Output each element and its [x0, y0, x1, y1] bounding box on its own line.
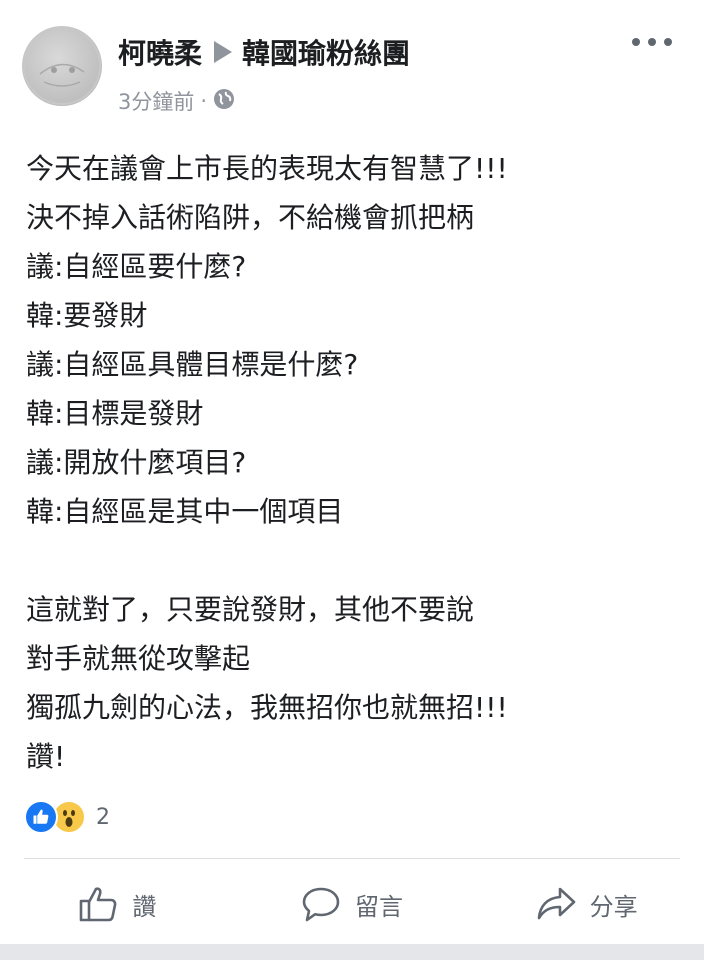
reactions-summary[interactable]: 2 — [24, 800, 110, 834]
share-button-label: 分享 — [589, 892, 638, 921]
post-body: 今天在議會上市長的表現太有智慧了!!! 決不掉入話術陷阱，不給機會抓把柄 議:自… — [26, 144, 686, 781]
post-line: 議:開放什麼項目? — [26, 446, 247, 479]
avatar[interactable] — [22, 26, 102, 106]
action-bar: 讚 留言 分享 — [0, 870, 704, 938]
like-button-label: 讚 — [132, 892, 157, 921]
post-line: 決不掉入話術陷阱，不給機會抓把柄 — [26, 201, 475, 234]
post-line: 讚! — [26, 740, 66, 773]
share-icon — [537, 887, 575, 920]
avatar-sketch-icon — [23, 27, 101, 105]
reaction-count: 2 — [96, 804, 110, 830]
post-line: 議:自經區具體目標是什麼? — [26, 348, 359, 381]
more-dots-icon[interactable] — [632, 34, 672, 50]
post-header-title: 柯曉柔 韓國瑜粉絲團 — [118, 32, 410, 72]
shared-to-arrow-icon — [214, 41, 233, 63]
post-line: 今天在議會上市長的表現太有智慧了!!! — [26, 152, 508, 185]
post-timestamp[interactable]: 3分鐘前 — [118, 86, 194, 116]
author-name-link[interactable]: 柯曉柔 — [118, 32, 202, 72]
post-line: 韓:自經區是其中一個項目 — [26, 495, 344, 528]
comment-icon — [302, 887, 340, 922]
post-line: 議:自經區要什麼? — [26, 250, 247, 283]
post-line: 韓:目標是發財 — [26, 397, 204, 430]
post-card: 柯曉柔 韓國瑜粉絲團 3分鐘前 · 今天在議會上市長的表現太有智慧了!!! 決不… — [0, 0, 704, 944]
globe-icon[interactable] — [213, 88, 235, 115]
card-bottom-edge — [0, 944, 704, 960]
like-reaction-icon — [24, 800, 58, 834]
comment-button-label: 留言 — [355, 892, 403, 921]
like-button[interactable]: 讚 — [0, 870, 235, 938]
post-line: 獨孤九劍的心法，我無招你也就無招!!! — [26, 691, 508, 724]
post-line: 對手就無從攻擊起 — [26, 642, 251, 675]
post-line: 這就對了，只要說發財，其他不要說 — [26, 593, 475, 626]
meta-separator: · — [200, 89, 208, 113]
share-button[interactable]: 分享 — [469, 870, 704, 938]
group-name-link[interactable]: 韓國瑜粉絲團 — [242, 32, 410, 72]
action-divider — [24, 858, 680, 859]
thumbs-up-icon — [80, 887, 117, 922]
comment-button[interactable]: 留言 — [235, 870, 470, 938]
post-meta: 3分鐘前 · — [118, 86, 235, 116]
post-line: 韓:要發財 — [26, 299, 148, 332]
